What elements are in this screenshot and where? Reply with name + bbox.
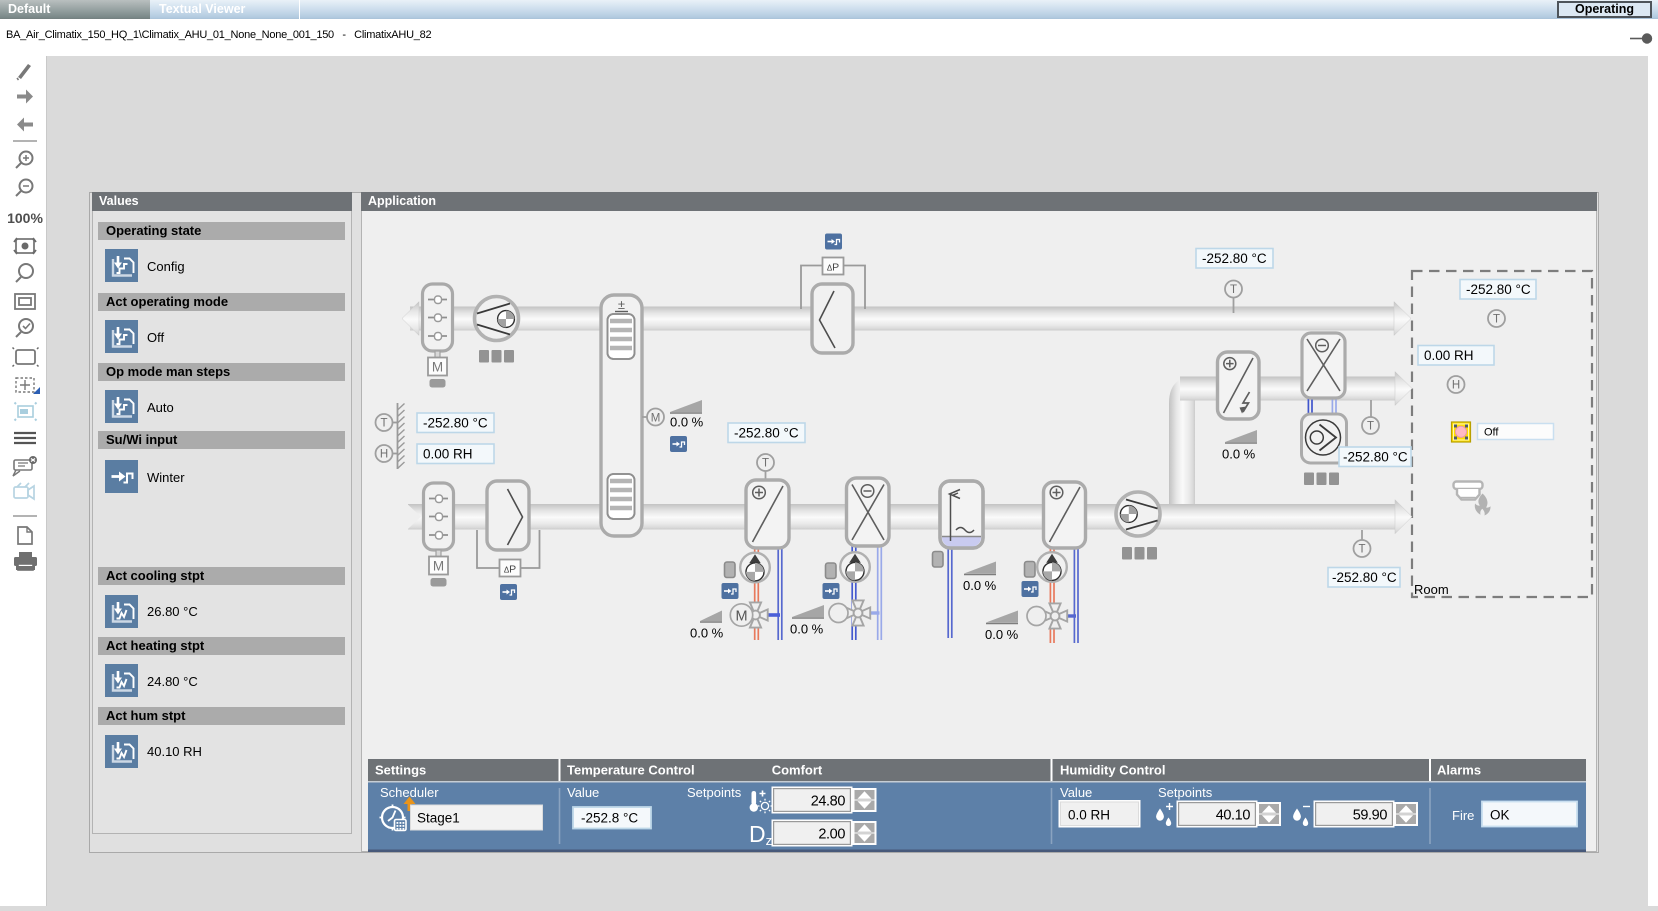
svg-text:ΔP: ΔP [827,262,839,274]
svg-text:Humidity Control: Humidity Control [1060,763,1165,778]
svg-text:Fire: Fire [1452,808,1474,823]
svg-text:2.00: 2.00 [818,827,845,843]
svg-text:0.0 %: 0.0 % [690,626,724,641]
svg-text:Setpoints: Setpoints [1158,785,1213,800]
svg-text:40.10: 40.10 [1216,808,1251,824]
svg-text:Settings: Settings [375,763,426,778]
svg-text:-252.80 °C: -252.80 °C [734,426,799,441]
svg-text:±: ± [618,297,625,312]
svg-text:OK: OK [1490,808,1510,823]
svg-text:Value: Value [1060,785,1092,800]
svg-text:Alarms: Alarms [1437,763,1481,778]
svg-text:0.00 RH: 0.00 RH [1424,348,1474,363]
svg-text:Temperature Control: Temperature Control [567,763,695,778]
svg-text:Comfort: Comfort [772,763,823,778]
svg-text:0.0 %: 0.0 % [985,627,1019,642]
svg-text:M: M [651,413,661,425]
svg-text:M: M [432,360,443,375]
svg-text:-252.80 °C: -252.80 °C [1343,450,1408,465]
svg-text:0.0 %: 0.0 % [963,578,997,593]
svg-text:0.0 RH: 0.0 RH [1068,808,1110,823]
svg-text:59.90: 59.90 [1353,808,1388,824]
svg-text:-252.80 °C: -252.80 °C [1466,282,1531,297]
svg-text:0.00 RH: 0.00 RH [423,447,473,462]
svg-text:M: M [433,559,444,574]
svg-text:ΔP: ΔP [504,564,516,576]
svg-text:Setpoints: Setpoints [687,785,742,800]
svg-text:-252.80 °C: -252.80 °C [1332,570,1397,585]
svg-text:0.0 %: 0.0 % [670,415,704,430]
svg-text:24.80: 24.80 [811,794,846,810]
svg-text:-252.80 °C: -252.80 °C [1202,251,1267,266]
svg-text:Off: Off [1484,427,1499,439]
svg-text:Room: Room [1414,582,1449,597]
svg-text:M: M [735,609,747,625]
svg-text:100%: 100% [7,210,43,226]
svg-text:-252.8 °C: -252.8 °C [581,811,638,826]
svg-text:-252.80 °C: -252.80 °C [423,416,488,431]
svg-text:Value: Value [567,785,599,800]
svg-text:0.0 %: 0.0 % [1222,447,1256,462]
svg-text:Stage1: Stage1 [417,811,460,826]
svg-text:0.0 %: 0.0 % [790,622,824,637]
